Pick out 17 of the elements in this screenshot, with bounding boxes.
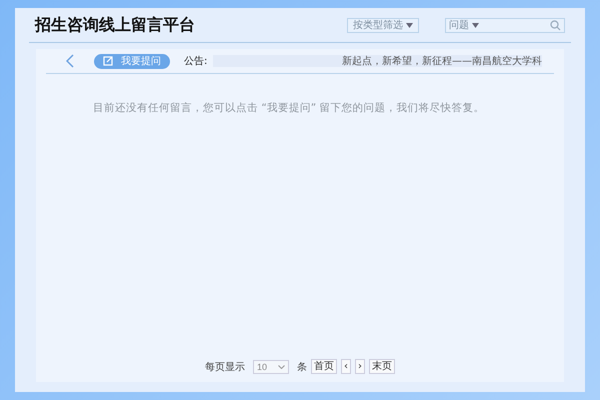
chevron-down-icon <box>278 364 285 368</box>
edit-icon <box>103 56 113 66</box>
dropdown-caret-icon <box>406 22 413 28</box>
empty-message: 目前还没有任何留言，您可以点击 “我要提问” 留下您的问题，我们将尽快答复。 <box>93 101 486 115</box>
search-category-label: 问题 <box>449 19 469 32</box>
per-page-label: 每页显示 <box>205 360 245 374</box>
page-button[interactable]: › <box>355 359 365 374</box>
page-button[interactable]: 末页 <box>369 359 395 374</box>
notice-ticker: 新起点，新希望，新征程——南昌航空大学科 <box>213 55 542 67</box>
dropdown-caret-icon <box>472 22 479 28</box>
page-button[interactable]: ‹ <box>341 359 351 374</box>
notice-label: 公告: <box>184 54 208 68</box>
search-icon[interactable] <box>550 20 561 30</box>
unit-label: 条 <box>297 360 307 374</box>
back-chevron-icon[interactable] <box>66 54 74 68</box>
platform-title: 招生咨询线上留言平台 <box>35 14 195 36</box>
page-button[interactable]: 首页 <box>311 359 337 374</box>
